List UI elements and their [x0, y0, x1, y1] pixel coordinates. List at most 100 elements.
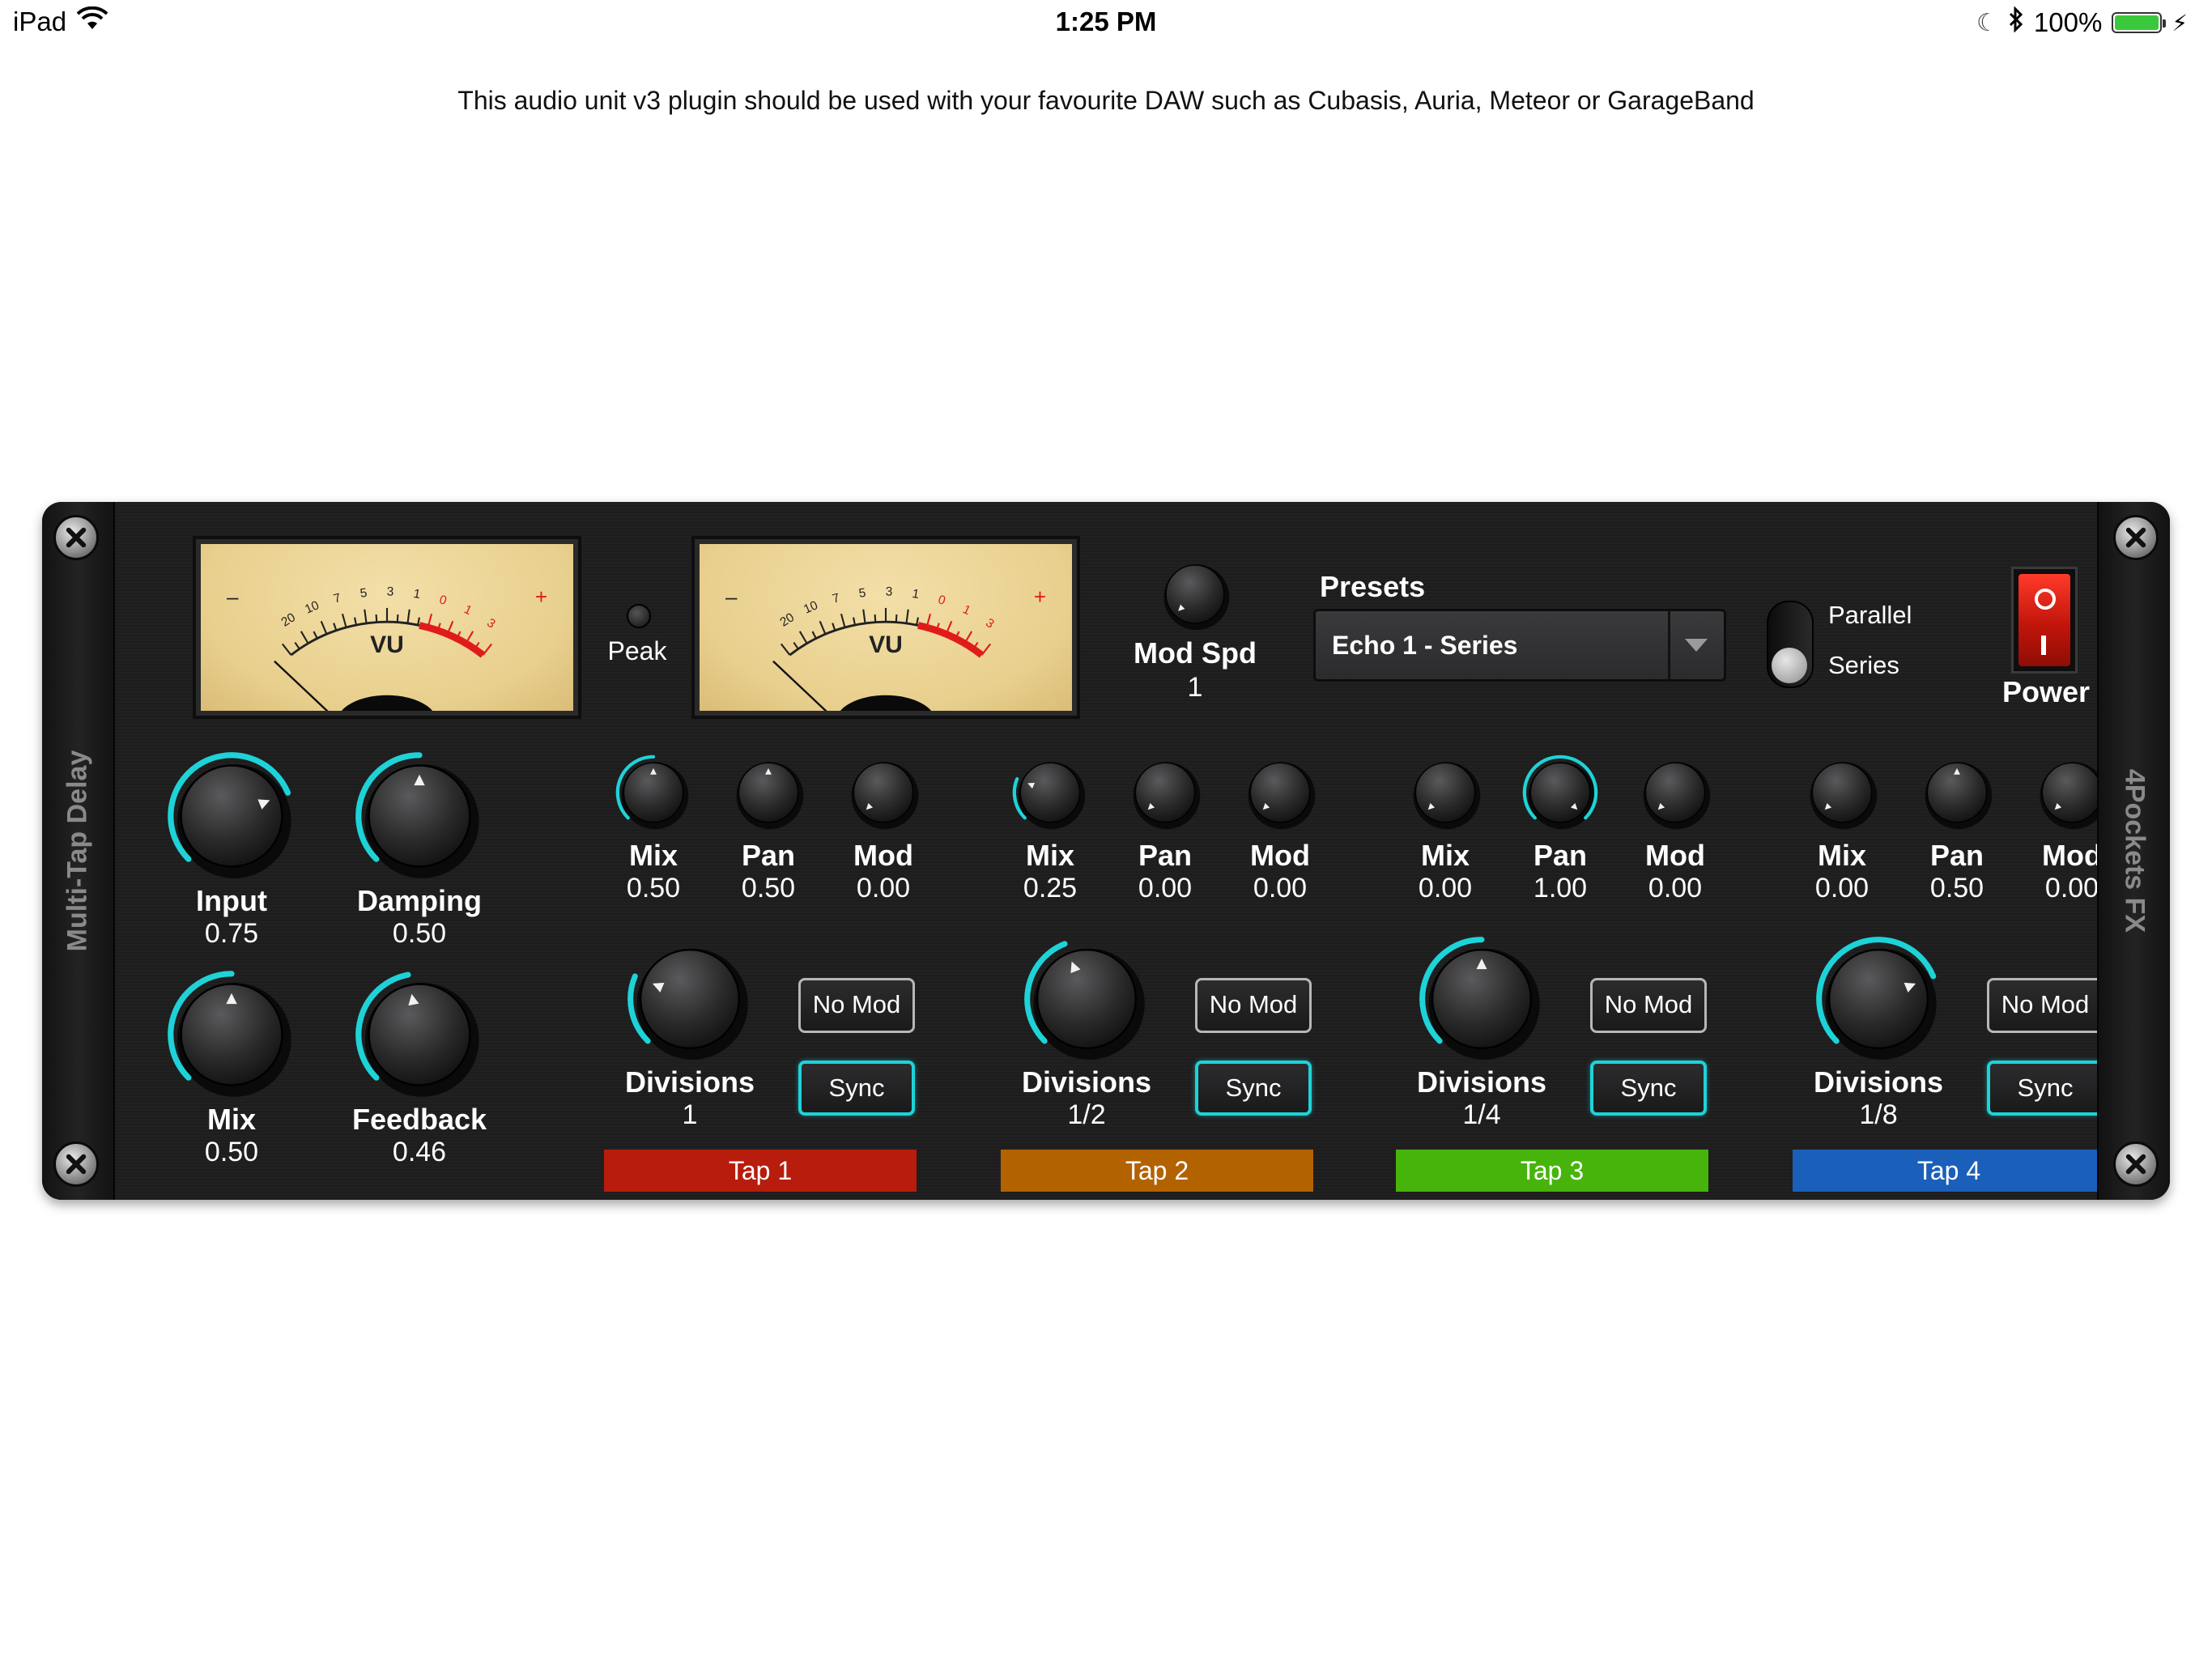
tap-mix-value: 0.00 [1814, 873, 1870, 903]
feedback-knob[interactable] [355, 970, 484, 1099]
tap-mod-value: 0.00 [856, 873, 911, 903]
right-rack-ear: 4Pockets FX [2097, 502, 2170, 1200]
tap-divisions-value: 1/4 [1462, 1099, 1501, 1130]
tap-mix-label: Mix [628, 839, 678, 872]
tap-mod-value: 0.00 [1253, 873, 1308, 903]
screw-icon [53, 515, 99, 560]
vu-meter-left: 20 10 7 5 3 1 0 1 3 VU – + [193, 536, 581, 719]
plugin-panel: Multi-Tap Delay 20 10 7 5 3 1 0 1 3 VU – + Peak … [42, 502, 2170, 1200]
no-mod-button[interactable]: No Mod [1987, 978, 2104, 1033]
tap-divisions-knob[interactable] [1815, 936, 1942, 1062]
tap-mix-label: Mix [1817, 839, 1866, 872]
tap-mix-label: Mix [1025, 839, 1074, 872]
tap-divisions-knob[interactable] [1023, 936, 1150, 1062]
sync-button[interactable]: Sync [1987, 1061, 2104, 1116]
vu-scale-label: 3 [387, 585, 394, 598]
no-mod-button[interactable]: No Mod [1590, 978, 1707, 1033]
tap-divisions-value: 1/2 [1067, 1099, 1106, 1130]
tap-mod-knob[interactable] [845, 755, 921, 831]
tap-divisions-value: 1/8 [1859, 1099, 1898, 1130]
tap-divisions-knob[interactable] [1419, 936, 1545, 1062]
vu-plus-label: + [534, 585, 547, 609]
mix-knob[interactable] [167, 970, 296, 1099]
tap-mix-knob[interactable] [1012, 755, 1088, 831]
tap-mod-label: Mod [1250, 839, 1310, 872]
tap-4-label-bar: Tap 4 [1793, 1150, 2105, 1192]
tap-divisions-knob[interactable] [627, 936, 753, 1062]
screw-icon [53, 1141, 99, 1187]
battery-icon [2112, 12, 2167, 33]
tap-mix-label: Mix [1420, 839, 1470, 872]
vu-scale-label: 7 [332, 591, 342, 606]
screw-icon [2113, 1141, 2159, 1187]
tap-divisions-value: 1 [682, 1099, 698, 1130]
tap-mix-knob[interactable] [1804, 755, 1880, 831]
sync-button[interactable]: Sync [1590, 1061, 1707, 1116]
no-mod-button[interactable]: No Mod [1195, 978, 1312, 1033]
info-text: This audio unit v3 plugin should be used… [457, 86, 1755, 115]
tap-mix-knob[interactable] [1407, 755, 1483, 831]
tap-4-section: Mix 0.00 Pan 0.50 Mod 0.00 Divisions 1/8… [1793, 502, 2149, 1200]
feedback-value: 0.46 [392, 1137, 447, 1167]
sync-button[interactable]: Sync [1195, 1061, 1312, 1116]
tap-divisions-label: Divisions [1021, 1065, 1152, 1099]
screw-icon [2113, 515, 2159, 560]
clock: 1:25 PM [1055, 6, 1157, 36]
left-rack-ear: Multi-Tap Delay [42, 502, 115, 1200]
vu-minus-label: – [227, 585, 239, 609]
damping-knob[interactable] [355, 751, 484, 881]
vu-scale-label: 1 [412, 587, 421, 602]
no-mod-button[interactable]: No Mod [798, 978, 915, 1033]
tap-pan-knob[interactable] [1127, 755, 1203, 831]
tap-3-section: Mix 0.00 Pan 1.00 Mod 0.00 Divisions 1/4… [1396, 502, 1752, 1200]
tap-mod-label: Mod [853, 839, 913, 872]
damping-value: 0.50 [392, 918, 447, 949]
tap-pan-knob[interactable] [1522, 755, 1598, 831]
mix-label: Mix [206, 1103, 256, 1136]
tap-pan-value: 0.50 [1929, 873, 1984, 903]
tap-2-section: Mix 0.25 Pan 0.00 Mod 0.00 Divisions 1/2… [1001, 502, 1357, 1200]
tap-3-label-bar: Tap 3 [1396, 1150, 1708, 1192]
input-label: Input [196, 884, 267, 917]
vu-pivot [341, 695, 433, 711]
vu-scale-label: 20 [279, 610, 298, 629]
vu-scale-label: 5 [359, 586, 368, 601]
tap-mod-value: 0.00 [1648, 873, 1703, 903]
tap-2-label-bar: Tap 2 [1001, 1150, 1313, 1192]
feedback-label: Feedback [351, 1103, 487, 1136]
vu-scale-label: 0 [437, 593, 448, 608]
tap-mix-value: 0.50 [626, 873, 681, 903]
vu-scale-label: 3 [983, 616, 997, 631]
tap-pan-value: 1.00 [1533, 873, 1588, 903]
sync-button[interactable]: Sync [798, 1061, 915, 1116]
tap-pan-value: 0.50 [741, 873, 796, 903]
status-bar-right: ☾ 100% ⚡ [1976, 6, 2188, 39]
input-value: 0.75 [204, 918, 259, 949]
tap-mix-value: 0.00 [1418, 873, 1473, 903]
mix-value: 0.50 [204, 1137, 259, 1167]
tap-mod-label: Mod [1645, 839, 1705, 872]
tap-pan-knob[interactable] [730, 755, 806, 831]
tap-divisions-label: Divisions [1416, 1065, 1547, 1099]
input-knob[interactable] [167, 751, 296, 881]
bluetooth-icon [2008, 6, 2024, 39]
tap-divisions-label: Divisions [1813, 1065, 1944, 1099]
tap-mix-knob[interactable] [615, 755, 691, 831]
tap-pan-label: Pan [741, 839, 796, 872]
tap-mod-knob[interactable] [1637, 755, 1713, 831]
tap-pan-label: Pan [1533, 839, 1588, 872]
vu-needle [274, 660, 329, 711]
moon-icon: ☾ [1976, 9, 1998, 36]
plugin-title: Multi-Tap Delay [62, 750, 93, 952]
tap-pan-label: Pan [1138, 839, 1193, 872]
tap-pan-value: 0.00 [1138, 873, 1193, 903]
tap-pan-knob[interactable] [1919, 755, 1995, 831]
tap-1-label-bar: Tap 1 [604, 1150, 917, 1192]
vu-scale-label: 3 [484, 616, 498, 631]
vu-scale-label: 1 [462, 602, 474, 618]
tap-mod-knob[interactable] [1242, 755, 1318, 831]
brand-label: 4Pockets FX [2119, 768, 2150, 933]
vu-scale-label: 10 [303, 598, 321, 616]
battery-percent: 100% [2033, 7, 2103, 37]
vu-label: VU [370, 631, 404, 658]
